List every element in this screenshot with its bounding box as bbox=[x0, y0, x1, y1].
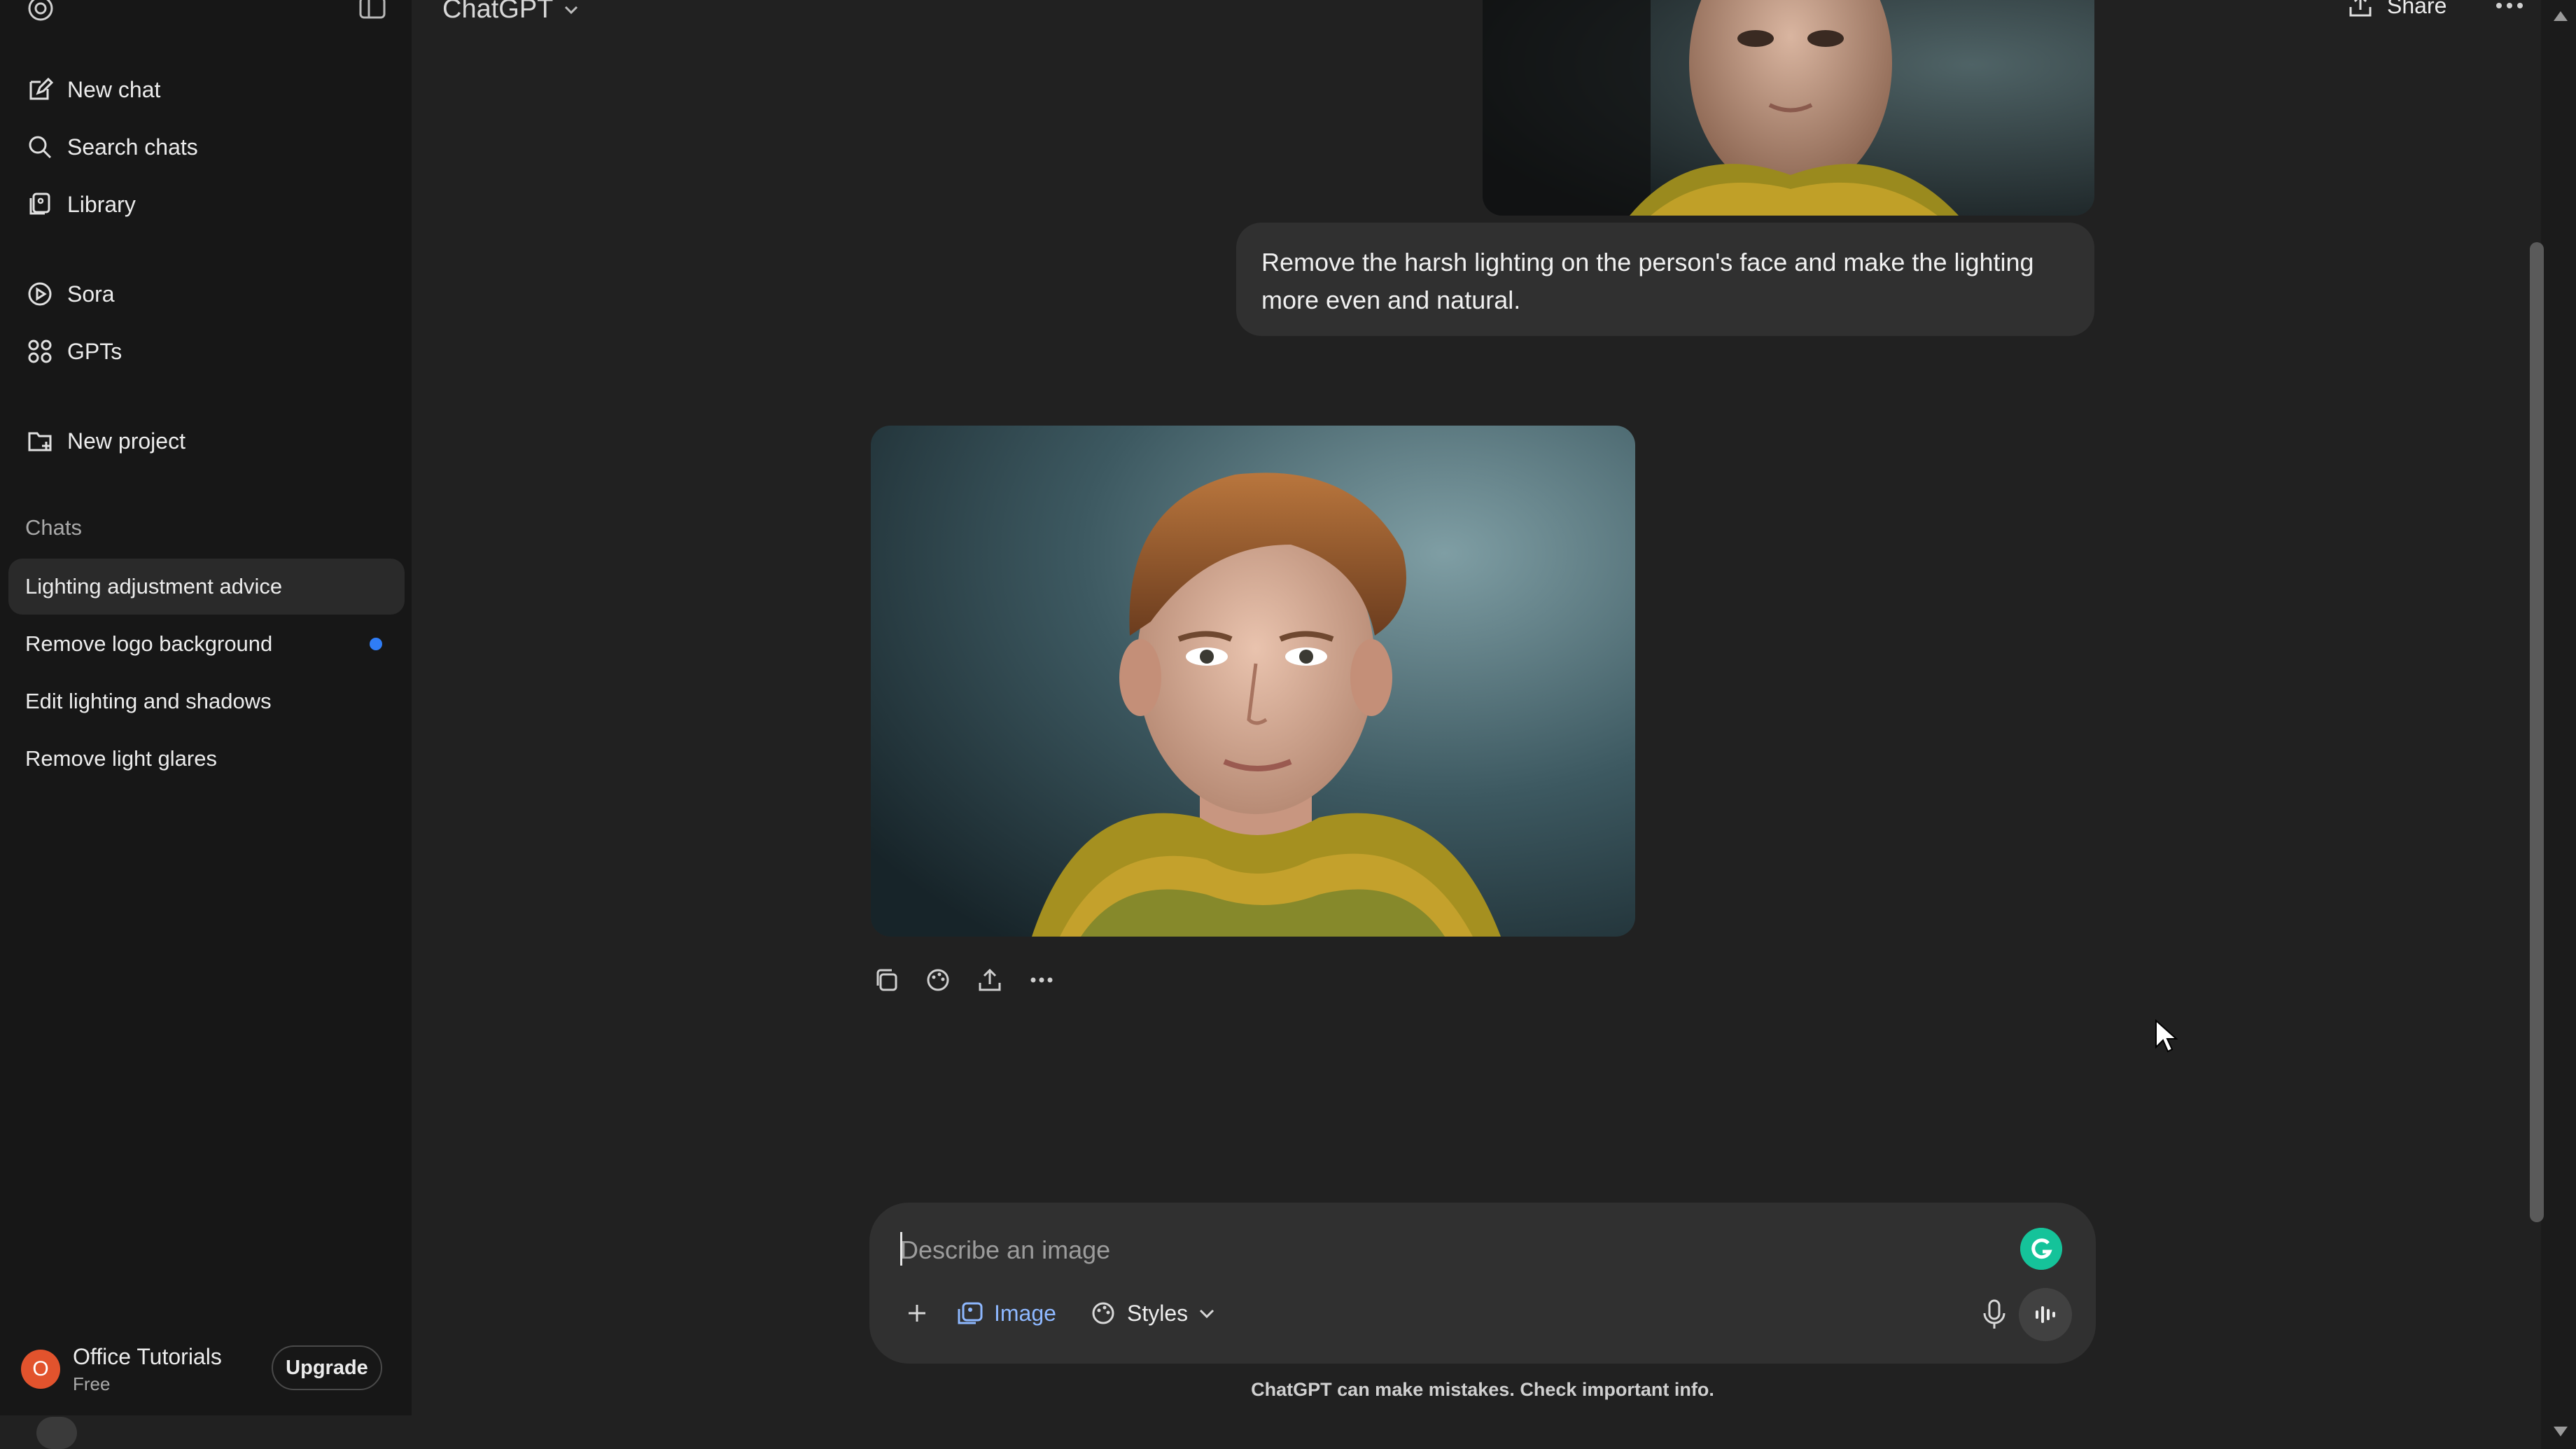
chat-item-label: Remove light glares bbox=[25, 746, 217, 771]
grid-icon bbox=[28, 340, 52, 363]
sidebar-item-label: Search chats bbox=[67, 134, 198, 160]
chat-item-label: Remove logo background bbox=[25, 631, 273, 656]
sidebar-item-label: GPTs bbox=[67, 338, 122, 364]
copy-button[interactable] bbox=[871, 965, 902, 995]
chat-item-remove-logo-background[interactable]: Remove logo background bbox=[8, 616, 405, 672]
image-tool-label: Image bbox=[994, 1300, 1056, 1326]
search-icon bbox=[29, 136, 52, 159]
chat-item-remove-light-glares[interactable]: Remove light glares bbox=[8, 731, 405, 787]
chevron-down-icon bbox=[1200, 1309, 1214, 1319]
plus-icon bbox=[909, 1305, 925, 1322]
styles-label: Styles bbox=[1127, 1300, 1189, 1326]
openai-logo-icon[interactable] bbox=[25, 0, 56, 24]
library-icon bbox=[29, 192, 50, 215]
edit-icon bbox=[29, 77, 53, 100]
model-selector[interactable]: ChatGPT bbox=[442, 0, 581, 24]
chat-item-edit-lighting-and-shadows[interactable]: Edit lighting and shadows bbox=[8, 673, 405, 729]
chats-section-label: Chats bbox=[25, 515, 82, 540]
more-actions-button[interactable] bbox=[1026, 965, 1057, 995]
scroll-up-icon[interactable] bbox=[2554, 11, 2568, 21]
sidebar-item-label: Library bbox=[67, 191, 136, 217]
uploaded-image[interactable] bbox=[1483, 0, 2094, 216]
chevron-down-icon bbox=[565, 6, 578, 14]
grammarly-icon[interactable] bbox=[2020, 1228, 2062, 1270]
chatgpt-app: New chat Search chats Library Sora GPTs … bbox=[0, 0, 2576, 1449]
chat-item-lighting-adjustment-advice[interactable]: Lighting adjustment advice bbox=[8, 559, 405, 615]
share-button[interactable]: Share bbox=[2346, 0, 2446, 20]
message-actions bbox=[871, 965, 1057, 995]
more-options-icon[interactable] bbox=[2492, 0, 2527, 20]
disclaimer: ChatGPT can make mistakes. Check importa… bbox=[1251, 1379, 1714, 1400]
unread-dot-icon bbox=[370, 638, 382, 650]
scrollbar-thumb[interactable] bbox=[2530, 242, 2544, 1222]
bot-icon[interactable] bbox=[36, 1417, 77, 1449]
sidebar-item-label: New chat bbox=[67, 76, 161, 102]
avatar: O bbox=[21, 1350, 60, 1389]
sidebar-toggle-icon[interactable] bbox=[358, 0, 386, 20]
image-tool-button[interactable]: Image bbox=[956, 1292, 1056, 1334]
sidebar-item-label: New project bbox=[67, 428, 186, 454]
sidebar-item-new-chat[interactable]: New chat bbox=[8, 64, 405, 115]
user-plan: Free bbox=[73, 1373, 111, 1394]
sidebar-item-new-project[interactable]: New project bbox=[8, 416, 405, 466]
palette-icon bbox=[927, 969, 949, 991]
prompt-input[interactable] bbox=[900, 1228, 2006, 1273]
sidebar-item-sora[interactable]: Sora bbox=[8, 269, 405, 319]
upload-icon bbox=[979, 968, 1001, 991]
edit-image-button[interactable] bbox=[923, 965, 953, 995]
sidebar-item-library[interactable]: Library bbox=[8, 179, 405, 230]
portrait-image-original bbox=[1483, 0, 2094, 216]
user-name: Office Tutorials bbox=[73, 1344, 222, 1369]
page-title: ChatGPT bbox=[442, 0, 554, 24]
upgrade-button[interactable]: Upgrade bbox=[272, 1345, 382, 1390]
image-icon bbox=[958, 1302, 983, 1324]
share-icon bbox=[2349, 0, 2372, 17]
ellipsis-icon bbox=[1030, 977, 1053, 983]
composer: Image Styles bbox=[869, 1203, 2096, 1364]
text-caret bbox=[900, 1232, 902, 1266]
portrait-image-edited bbox=[871, 426, 1635, 937]
user-message-bubble: Remove the harsh lighting on the person'… bbox=[1236, 223, 2094, 336]
add-attachment-button[interactable] bbox=[897, 1292, 937, 1334]
microphone-icon[interactable] bbox=[1977, 1296, 2012, 1331]
copy-icon bbox=[876, 969, 897, 991]
waveform-icon bbox=[2036, 1306, 2055, 1323]
chat-item-label: Edit lighting and shadows bbox=[25, 689, 272, 713]
scrollbar-track[interactable] bbox=[2541, 0, 2576, 1449]
sidebar-item-search-chats[interactable]: Search chats bbox=[8, 122, 405, 172]
share-image-button[interactable] bbox=[974, 965, 1005, 995]
scroll-down-icon[interactable] bbox=[2554, 1427, 2568, 1436]
generated-image[interactable] bbox=[871, 426, 1635, 937]
voice-mode-button[interactable] bbox=[2019, 1288, 2072, 1341]
play-circle-icon bbox=[28, 282, 52, 306]
sidebar-item-label: Sora bbox=[67, 281, 115, 307]
sidebar-item-gpts[interactable]: GPTs bbox=[8, 326, 405, 377]
styles-dropdown[interactable]: Styles bbox=[1089, 1292, 1217, 1334]
folder-plus-icon bbox=[28, 432, 52, 451]
palette-icon bbox=[1092, 1302, 1114, 1324]
chat-item-label: Lighting adjustment advice bbox=[25, 574, 283, 598]
share-label: Share bbox=[2387, 0, 2447, 18]
mouse-cursor-icon bbox=[2155, 1019, 2178, 1053]
sidebar-header bbox=[0, 0, 412, 28]
sidebar: New chat Search chats Library Sora GPTs … bbox=[0, 0, 412, 1415]
user-profile[interactable]: O Office Tutorials Free Upgrade bbox=[0, 1330, 412, 1407]
